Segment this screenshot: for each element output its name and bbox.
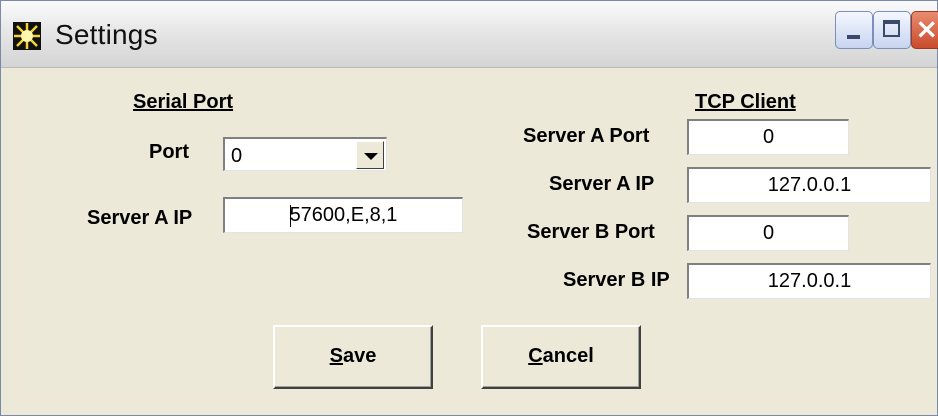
server-a-ip-input[interactable]: 127.0.0.1	[687, 167, 931, 203]
serial-ip-label: Server A IP	[87, 207, 193, 229]
window-title: Settings	[55, 19, 158, 50]
server-b-ip-label: Server B IP	[563, 269, 670, 291]
serial-ip-value: 57600,E,8,1	[289, 204, 398, 226]
sun-icon[interactable]	[13, 22, 41, 50]
server-b-port-input[interactable]: 0	[687, 215, 849, 251]
close-button[interactable]: ×	[911, 11, 938, 49]
server-b-ip-input[interactable]: 127.0.0.1	[687, 263, 931, 299]
save-label-rest: ave	[342, 345, 377, 367]
server-b-port-label: Server B Port	[527, 221, 655, 243]
cancel-button[interactable]: Cancel	[481, 325, 641, 389]
minimize-icon	[847, 35, 860, 39]
maximize-button[interactable]	[873, 11, 911, 49]
dropdown-arrow-button[interactable]	[356, 141, 384, 169]
tcp-client-heading: TCP Client	[695, 91, 796, 113]
close-icon: ×	[915, 12, 938, 45]
chevron-down-icon	[364, 153, 378, 160]
server-a-ip-label: Server A IP	[549, 173, 655, 195]
port-dropdown-value: 0	[231, 145, 243, 167]
serial-port-heading: Serial Port	[133, 91, 234, 113]
save-button[interactable]: Save	[273, 325, 433, 389]
minimize-button[interactable]	[835, 11, 873, 49]
port-dropdown[interactable]: 0	[223, 137, 387, 171]
port-label: Port	[149, 141, 189, 163]
title-bar[interactable]: Settings ×	[1, 1, 938, 68]
cancel-mnemonic: C	[528, 345, 543, 367]
server-a-port-label: Server A Port	[523, 125, 650, 147]
cancel-label-rest: ancel	[542, 345, 594, 367]
server-a-port-input[interactable]: 0	[687, 119, 849, 155]
serial-ip-input[interactable]: 57600,E,8,1	[223, 197, 463, 233]
maximize-icon	[883, 20, 900, 37]
save-mnemonic: S	[329, 345, 343, 367]
settings-window: Settings × Serial Port Port 0 Server A I…	[0, 0, 938, 416]
